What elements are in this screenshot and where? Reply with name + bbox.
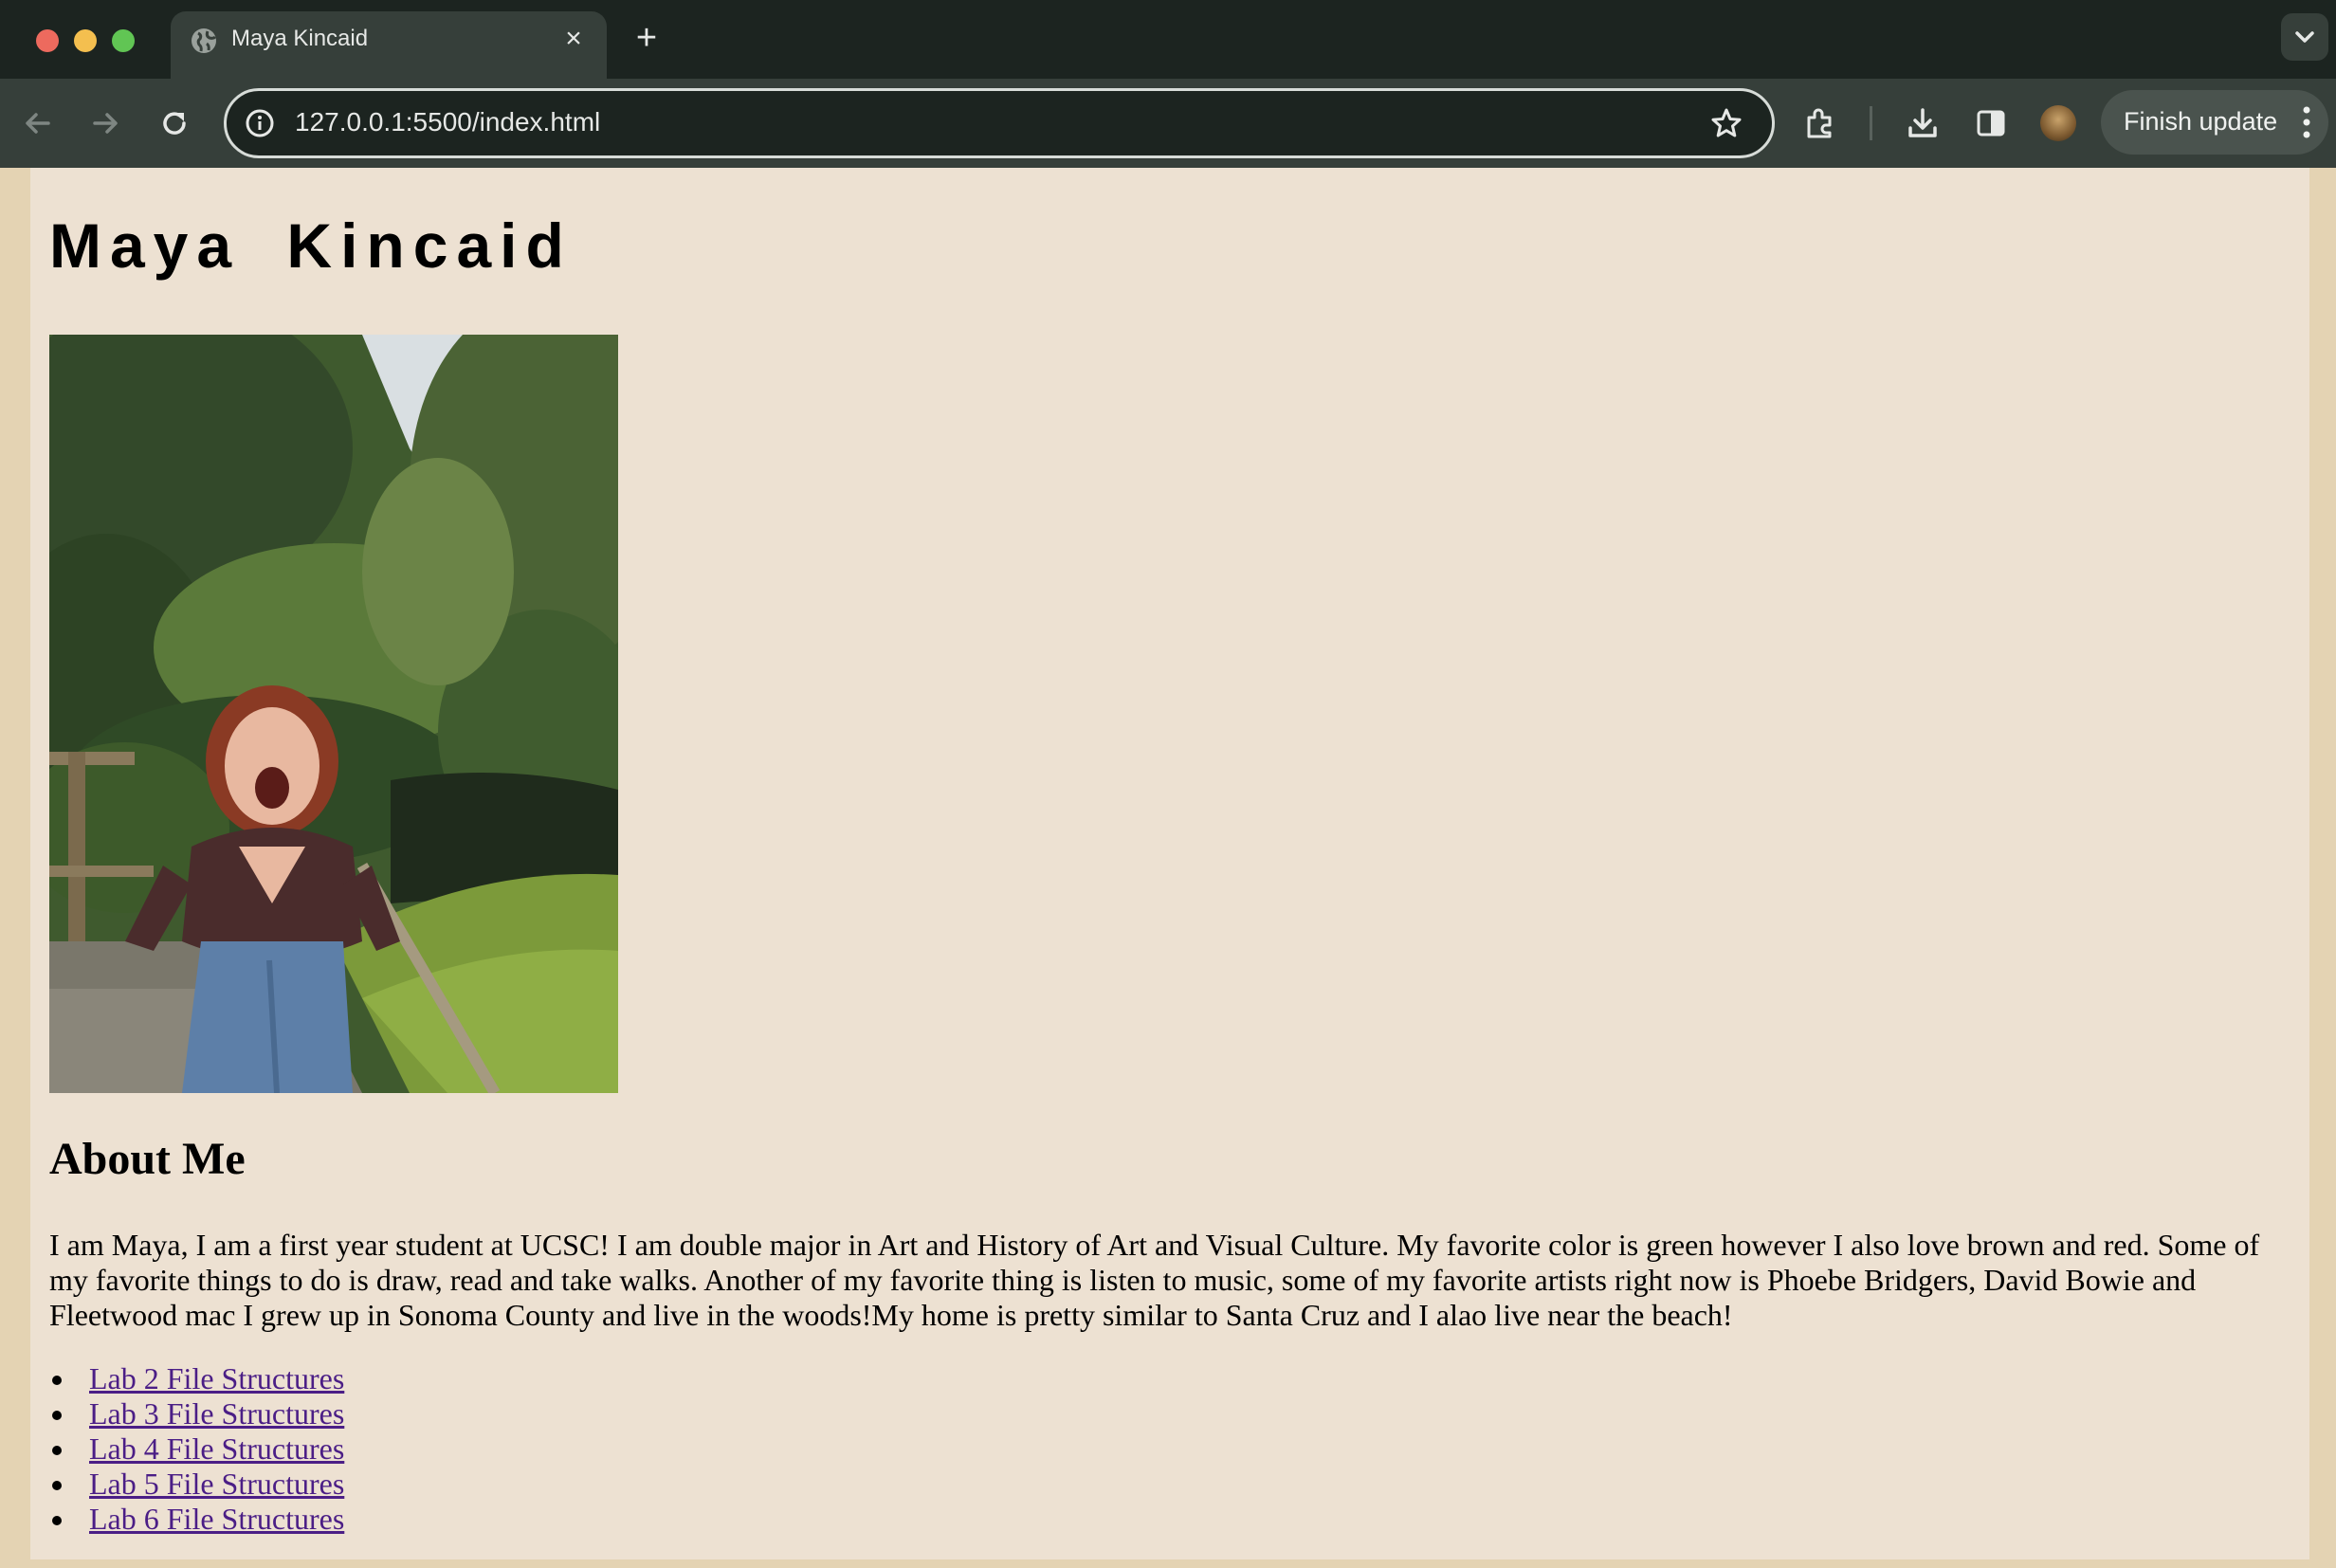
lab-4-link[interactable]: Lab 4 File Structures xyxy=(89,1431,344,1466)
side-panel-icon[interactable] xyxy=(1972,104,2010,142)
reload-icon[interactable] xyxy=(155,104,193,142)
list-item: Lab 4 File Structures xyxy=(49,1431,344,1467)
about-me-heading: About Me xyxy=(49,1134,246,1184)
lab-6-link[interactable]: Lab 6 File Structures xyxy=(89,1502,344,1536)
about-me-paragraph: I am Maya, I am a first year student at … xyxy=(49,1228,2260,1332)
chevron-down-icon xyxy=(2295,31,2314,43)
site-info-icon[interactable] xyxy=(244,107,276,139)
forward-arrow-icon[interactable] xyxy=(86,104,124,142)
back-arrow-icon[interactable] xyxy=(19,104,57,142)
tab-search-button[interactable] xyxy=(2281,13,2328,61)
list-item: Lab 5 File Structures xyxy=(49,1467,344,1502)
globe-icon xyxy=(192,28,217,53)
address-bar[interactable]: 127.0.0.1:5500/index.html xyxy=(224,88,1775,158)
lab-links-list: Lab 2 File Structures Lab 3 File Structu… xyxy=(49,1361,344,1537)
page-viewport: Maya Kincaid About Me I am Maya, I am a … xyxy=(30,168,2309,1559)
extensions-icon[interactable] xyxy=(1801,104,1839,142)
lab-2-link[interactable]: Lab 2 File Structures xyxy=(89,1361,344,1395)
lab-5-link[interactable]: Lab 5 File Structures xyxy=(89,1467,344,1501)
close-window-button[interactable] xyxy=(36,29,59,52)
finish-update-button[interactable]: Finish update xyxy=(2101,90,2328,155)
list-item: Lab 2 File Structures xyxy=(49,1361,344,1396)
address-bar-url: 127.0.0.1:5500/index.html xyxy=(295,107,601,137)
new-tab-button[interactable]: + xyxy=(630,20,664,56)
maximize-window-button[interactable] xyxy=(112,29,135,52)
browser-tab[interactable]: Maya Kincaid × xyxy=(171,11,607,79)
tab-title: Maya Kincaid xyxy=(231,26,369,51)
lab-3-link[interactable]: Lab 3 File Structures xyxy=(89,1396,344,1431)
finish-update-label: Finish update xyxy=(2124,107,2278,136)
profile-photo xyxy=(49,335,618,1093)
list-item: Lab 6 File Structures xyxy=(49,1502,344,1537)
list-item: Lab 3 File Structures xyxy=(49,1396,344,1431)
toolbar-divider xyxy=(1870,106,1872,140)
more-menu-icon[interactable] xyxy=(2302,103,2311,141)
profile-avatar[interactable] xyxy=(2040,105,2076,141)
download-icon[interactable] xyxy=(1904,104,1942,142)
bookmark-star-icon[interactable] xyxy=(1709,106,1743,140)
browser-toolbar: 127.0.0.1:5500/index.html Finish update xyxy=(0,79,2336,168)
page-title: Maya Kincaid xyxy=(49,210,573,281)
browser-title-bar: Maya Kincaid × + xyxy=(0,0,2336,79)
profile-photo-image xyxy=(49,335,618,1093)
minimize-window-button[interactable] xyxy=(74,29,97,52)
close-tab-icon[interactable]: × xyxy=(559,25,588,53)
